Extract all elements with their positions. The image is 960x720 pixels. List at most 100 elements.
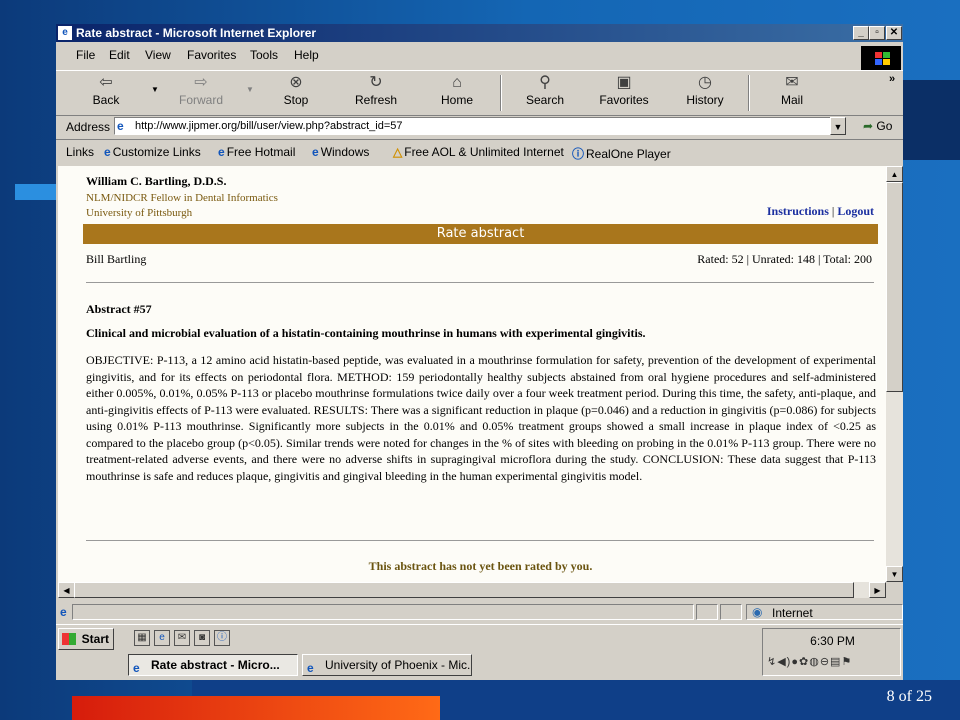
horizontal-scrollbar[interactable]: ◀ ▶ bbox=[58, 582, 886, 598]
back-arrow-icon: ⇦ bbox=[99, 74, 113, 91]
scroll-down-button[interactable]: ▼ bbox=[886, 566, 903, 582]
go-button[interactable]: ➦ Go bbox=[863, 119, 892, 133]
history-icon: ◷ bbox=[698, 74, 712, 91]
link-realone-player[interactable]: ⓘ RealOne Player bbox=[572, 145, 671, 162]
forward-dropdown-icon[interactable]: ▼ bbox=[246, 85, 254, 94]
show-desktop-icon[interactable]: ▦ bbox=[134, 630, 150, 646]
tray-app-icon[interactable]: ◍ bbox=[809, 656, 820, 668]
author-affiliation: University of Pittsburgh bbox=[86, 207, 193, 219]
mail-icon: ✉ bbox=[785, 74, 799, 91]
forward-button[interactable]: ⇨ Forward bbox=[171, 73, 231, 107]
address-input[interactable]: e http://www.jipmer.org/bill/user/view.p… bbox=[114, 117, 846, 135]
standard-toolbar: ⇦ Back ▼ ⇨ Forward ▼ ⊗ Stop ↻ Refresh ⌂ Home … bbox=[56, 70, 903, 116]
ie-task-icon: e bbox=[133, 661, 140, 675]
history-button[interactable]: ◷ History bbox=[675, 73, 735, 107]
menu-tools[interactable]: Tools bbox=[250, 48, 278, 62]
home-button[interactable]: ⌂ Home bbox=[427, 73, 487, 107]
menu-help[interactable]: Help bbox=[294, 48, 319, 62]
toolbar-separator bbox=[500, 75, 502, 111]
link-windows[interactable]: e Windows bbox=[312, 145, 369, 159]
scroll-right-button[interactable]: ▶ bbox=[869, 582, 886, 598]
outlook-quicklaunch-icon[interactable]: ✉ bbox=[174, 630, 190, 646]
address-label: Address bbox=[66, 120, 111, 134]
menu-favorites[interactable]: Favorites bbox=[187, 48, 236, 62]
windows-logo-icon bbox=[861, 46, 901, 70]
vertical-scrollbar[interactable]: ▲ ▼ bbox=[886, 166, 903, 582]
windows-flag-icon bbox=[62, 633, 76, 645]
ie-quicklaunch-icon[interactable]: e bbox=[154, 630, 170, 646]
menu-view[interactable]: View bbox=[145, 48, 171, 62]
ie-task-icon: e bbox=[307, 661, 314, 675]
address-dropdown-button[interactable]: ▼ bbox=[830, 117, 846, 135]
tray-network-icon[interactable]: ↯ bbox=[767, 656, 777, 668]
status-cell bbox=[696, 604, 718, 620]
status-cell bbox=[720, 604, 742, 620]
start-button[interactable]: Start bbox=[58, 628, 114, 650]
favorites-button[interactable]: ▣ Favorites bbox=[594, 73, 654, 107]
rating-stats: Rated: 52 | Unrated: 148 | Total: 200 bbox=[697, 252, 872, 266]
title-bar: e Rate abstract - Microsoft Internet Exp… bbox=[56, 24, 903, 42]
menu-file[interactable]: File bbox=[76, 48, 95, 62]
user-name: Bill Bartling bbox=[86, 252, 147, 266]
links-bar: Links e Customize Links e Free Hotmail e Wi… bbox=[56, 140, 903, 164]
task-rate-abstract[interactable]: e Rate abstract - Micro... bbox=[128, 654, 298, 676]
back-button[interactable]: ⇦ Back bbox=[76, 73, 136, 107]
mail-button[interactable]: ✉ Mail bbox=[762, 73, 822, 107]
logout-link[interactable]: Logout bbox=[837, 204, 874, 218]
search-button[interactable]: ⚲ Search bbox=[515, 73, 575, 107]
clock[interactable]: 6:30 PM bbox=[763, 634, 902, 648]
menu-edit[interactable]: Edit bbox=[109, 48, 130, 62]
realone-quicklaunch-icon[interactable]: ⓘ bbox=[214, 630, 230, 646]
abstract-number: Abstract #57 bbox=[86, 302, 152, 316]
link-customize-links[interactable]: e Customize Links bbox=[104, 145, 201, 159]
realone-icon: ⓘ bbox=[572, 147, 585, 161]
internet-globe-icon: ◉ bbox=[752, 605, 763, 619]
horizontal-scroll-thumb[interactable] bbox=[74, 582, 854, 598]
tray-app-icon[interactable]: ✿ bbox=[799, 656, 809, 668]
tray-app-icon[interactable]: ▤ bbox=[830, 656, 841, 668]
ie-icon: e bbox=[58, 26, 72, 40]
nav-separator: | bbox=[831, 204, 835, 218]
browser-window: e Rate abstract - Microsoft Internet Exp… bbox=[56, 24, 903, 680]
ie-page-icon: e bbox=[104, 145, 111, 159]
volume-icon[interactable]: ◀) bbox=[777, 656, 791, 668]
slide-page-number: 8 of 25 bbox=[886, 688, 932, 705]
tray-app-icon[interactable]: ● bbox=[791, 656, 799, 668]
scroll-up-button[interactable]: ▲ bbox=[886, 166, 903, 182]
task-university-of-phoenix[interactable]: e University of Phoenix - Mic... bbox=[302, 654, 472, 676]
address-url: http://www.jipmer.org/bill/user/view.php… bbox=[135, 120, 403, 132]
stop-icon: ⊗ bbox=[289, 74, 303, 91]
toolbar-overflow-icon[interactable]: » bbox=[889, 73, 895, 85]
close-button[interactable]: ✕ bbox=[886, 26, 902, 40]
maximize-button[interactable]: ▫ bbox=[869, 26, 885, 40]
author-name: William C. Bartling, D.D.S. bbox=[86, 174, 227, 188]
minimize-button[interactable]: _ bbox=[853, 26, 869, 40]
link-free-aol[interactable]: △ Free AOL & Unlimited Internet bbox=[393, 145, 564, 159]
page-icon: e bbox=[117, 119, 124, 133]
aol-triangle-icon: △ bbox=[393, 145, 403, 159]
back-dropdown-icon[interactable]: ▼ bbox=[151, 85, 159, 94]
status-zone: Internet bbox=[772, 606, 813, 620]
media-quicklaunch-icon[interactable]: ◙ bbox=[194, 630, 210, 646]
address-bar: Address e http://www.jipmer.org/bill/use… bbox=[56, 115, 903, 140]
instructions-link[interactable]: Instructions bbox=[767, 204, 829, 218]
tray-icons[interactable]: ↯◀)●✿◍⊖▤⚑ bbox=[767, 655, 852, 668]
menu-bar: File Edit View Favorites Tools Help bbox=[56, 44, 903, 66]
toolbar-separator bbox=[748, 75, 750, 111]
link-free-hotmail[interactable]: e Free Hotmail bbox=[218, 145, 295, 159]
tray-app-icon[interactable]: ⚑ bbox=[841, 656, 852, 668]
scroll-left-button[interactable]: ◀ bbox=[58, 582, 75, 598]
home-icon: ⌂ bbox=[452, 74, 462, 91]
tray-app-icon[interactable]: ⊖ bbox=[820, 656, 830, 668]
refresh-button[interactable]: ↻ Refresh bbox=[346, 73, 406, 107]
forward-arrow-icon: ⇨ bbox=[194, 74, 208, 91]
slide-accent-bar-left bbox=[15, 184, 57, 200]
stop-button[interactable]: ⊗ Stop bbox=[266, 73, 326, 107]
page-nav: Instructions | Logout bbox=[767, 204, 874, 219]
vertical-scroll-thumb[interactable] bbox=[886, 182, 903, 392]
go-arrow-icon: ➦ bbox=[863, 119, 874, 133]
status-bar: e ◉ Internet bbox=[56, 602, 903, 622]
page-content: William C. Bartling, D.D.S. NLM/NIDCR Fe… bbox=[58, 166, 886, 582]
taskbar: Start ▦ e ✉ ◙ ⓘ e Rate abstract - Micro..… bbox=[56, 624, 903, 680]
refresh-icon: ↻ bbox=[369, 74, 383, 91]
